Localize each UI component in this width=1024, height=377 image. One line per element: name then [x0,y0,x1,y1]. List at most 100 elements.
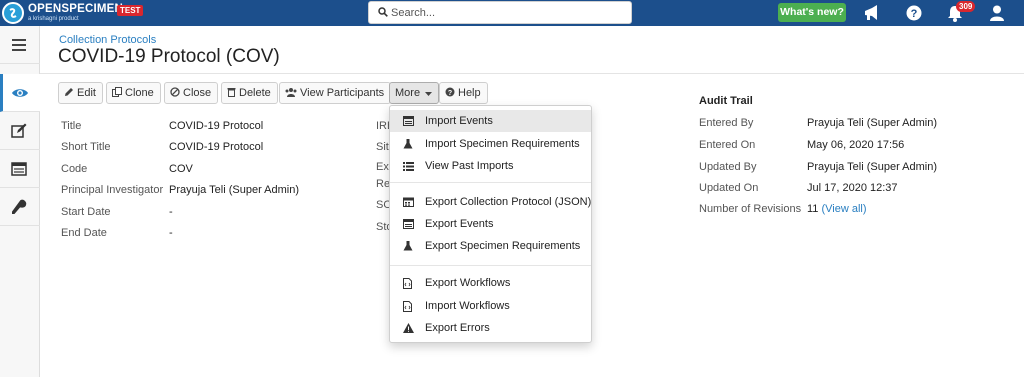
menu-item-label: Import Events [425,115,493,127]
environment-badge: TEST [117,5,144,16]
copy-icon [112,87,122,97]
audit-value: May 06, 2020 17:56 [807,139,905,151]
detail-label: Start Date [61,206,111,218]
menu-item-export-specimen-requirements[interactable]: Export Specimen Requirements [390,235,591,257]
svg-text:?: ? [911,8,918,20]
eye-icon [12,89,28,97]
top-navbar: OPENSPECIMEN a krishagni product TEST Wh… [0,0,1024,26]
user-icon[interactable] [988,4,1006,22]
sidebar-item-settings[interactable] [0,188,40,226]
audit-value: 11 (View all) [807,203,867,215]
sidebar-item-edit[interactable] [0,112,40,150]
menu-divider [390,182,591,183]
help-icon[interactable]: ? [905,4,923,22]
menu-item-export-errors[interactable]: Export Errors [390,317,591,339]
breadcrumb-collection-protocols[interactable]: Collection Protocols [59,34,156,46]
table-icon [403,219,414,229]
question-circle-icon: ? [445,87,455,97]
svg-text:?: ? [448,90,452,97]
menu-item-label: Export Specimen Requirements [425,240,581,252]
trash-icon [227,88,236,97]
header-divider [40,73,1024,74]
search-icon [378,7,388,17]
app-logo[interactable]: OPENSPECIMEN a krishagni product TEST [2,2,152,24]
file-code-icon [403,301,412,312]
audit-trail-title: Audit Trail [699,95,753,107]
view-participants-label: View Participants [300,87,385,99]
menu-item-label: Export Collection Protocol (JSON) [425,196,592,208]
more-button-label: More [395,87,421,99]
menu-icon [12,39,26,51]
sidebar-item-list[interactable] [0,150,40,188]
view-all-revisions-link[interactable]: (View all) [821,203,866,215]
detail-value: COV [169,163,193,175]
whats-new-button[interactable]: What's new? [778,3,846,22]
menu-item-label: View Past Imports [425,160,514,172]
help-button-label: Help [458,87,481,99]
clone-button-label: Clone [125,87,154,99]
page-title: COVID-19 Protocol (COV) [58,46,280,67]
sidebar-menu-toggle[interactable] [0,26,40,64]
detail-label-expected: Exp [376,161,389,173]
wrench-icon [12,199,27,214]
logo-mark-icon [2,2,24,24]
audit-value: Jul 17, 2020 12:37 [807,182,898,194]
detail-label-so: SO [376,199,389,211]
delete-button[interactable]: Delete [221,82,278,104]
more-dropdown-menu: Import Events Import Specimen Requiremen… [389,105,592,343]
menu-item-label: Export Events [425,218,494,230]
help-button[interactable]: ? Help [439,82,488,104]
edit-button[interactable]: Edit [58,82,103,104]
list-icon [403,162,414,171]
detail-value: - [169,227,173,239]
flask-icon [403,241,413,251]
audit-label: Entered On [699,139,756,151]
menu-item-export-collection-protocol-json[interactable]: Export Collection Protocol (JSON) [390,191,591,213]
menu-item-import-specimen-requirements[interactable]: Import Specimen Requirements [390,133,591,155]
detail-value: - [169,206,173,218]
detail-label-site: Site [376,141,389,153]
audit-value: Prayuja Teli (Super Admin) [807,117,938,129]
detail-label: End Date [61,227,107,239]
detail-value: Prayuja Teli (Super Admin) [169,184,300,196]
clone-button[interactable]: Clone [106,82,161,104]
users-icon [285,88,297,97]
menu-divider [390,265,591,266]
list-icon [11,162,27,176]
menu-item-export-events[interactable]: Export Events [390,213,591,235]
edit-icon [11,123,27,138]
caret-down-icon [425,92,433,96]
audit-label: Updated By [699,161,757,173]
more-dropdown-button[interactable]: More [389,82,440,104]
detail-value: COVID-19 Protocol [169,120,264,132]
menu-item-label: Export Errors [425,322,490,334]
menu-item-label: Import Workflows [425,300,510,312]
announcement-icon[interactable] [863,4,881,22]
detail-label-irb: IRB [376,120,389,132]
menu-item-import-events[interactable]: Import Events [390,110,591,132]
notification-count-badge: 309 [956,1,976,12]
detail-label: Title [61,120,82,132]
file-code-icon [403,278,412,289]
sidebar-item-overview[interactable] [0,74,40,112]
calendar-icon [403,197,414,207]
detail-label: Code [61,163,88,175]
logo-text: OPENSPECIMEN [28,3,124,15]
audit-label: Updated On [699,182,759,194]
close-button[interactable]: Close [164,82,219,104]
warning-icon [403,323,414,333]
ban-icon [170,87,180,97]
pencil-icon [65,88,73,96]
menu-item-label: Export Workflows [425,277,511,289]
detail-label-re: Re [376,178,389,190]
menu-item-export-workflows[interactable]: Export Workflows [390,272,591,294]
menu-item-view-past-imports[interactable]: View Past Imports [390,155,591,177]
left-sidebar [0,26,40,377]
flask-icon [403,139,413,149]
global-search[interactable] [368,1,632,24]
audit-label: Entered By [699,117,754,129]
menu-item-import-workflows[interactable]: Import Workflows [390,295,591,317]
view-participants-button[interactable]: View Participants [279,82,392,104]
edit-button-label: Edit [77,87,96,99]
search-input[interactable] [391,2,627,23]
